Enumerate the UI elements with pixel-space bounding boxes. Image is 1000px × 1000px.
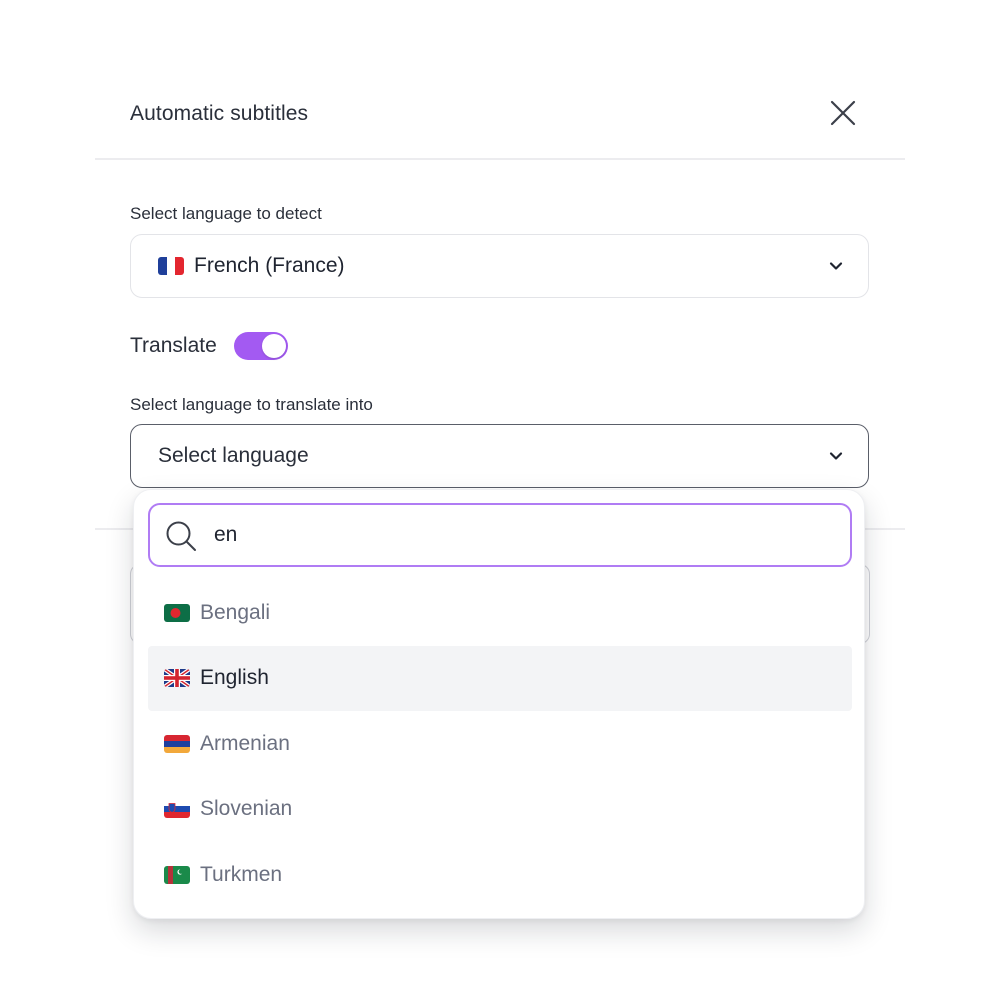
toggle-knob	[262, 334, 286, 358]
close-button[interactable]	[826, 96, 860, 130]
option-english[interactable]: English	[148, 645, 852, 711]
flag-uk-icon	[164, 669, 190, 688]
translate-into-label: Select language to translate into	[130, 395, 373, 414]
flag-slovenia-icon	[164, 800, 190, 819]
translate-into-select[interactable]: Select language	[130, 424, 869, 488]
translate-toggle[interactable]	[234, 332, 288, 360]
detect-language-value: French (France)	[194, 254, 345, 277]
detect-language-select[interactable]: French (France)	[130, 234, 869, 298]
modal-title: Automatic subtitles	[130, 102, 309, 125]
header-divider	[95, 158, 905, 160]
language-dropdown: Bengali English	[133, 489, 865, 919]
translate-label: Translate	[130, 334, 217, 357]
option-slovenian[interactable]: Slovenian	[148, 777, 852, 843]
flag-turkmenistan-icon	[164, 865, 190, 884]
translate-into-placeholder: Select language	[158, 444, 309, 467]
language-options: Bengali English Armenian Slovenian Turkm…	[148, 580, 852, 908]
close-icon	[830, 100, 856, 126]
chevron-down-icon	[826, 446, 846, 466]
flag-bangladesh-icon	[164, 603, 190, 622]
detect-language-label: Select language to detect	[130, 204, 322, 223]
subtitles-modal: Automatic subtitles Select language to d…	[0, 0, 1000, 1000]
option-label: Turkmen	[200, 862, 283, 886]
flag-armenia-icon	[164, 734, 190, 753]
option-label: Armenian	[200, 731, 290, 755]
option-armenian[interactable]: Armenian	[148, 711, 852, 777]
option-turkmen[interactable]: Turkmen	[148, 842, 852, 908]
flag-france-icon	[158, 257, 184, 275]
language-search-box[interactable]	[148, 503, 852, 567]
option-bengali[interactable]: Bengali	[148, 580, 852, 646]
option-label: Bengali	[200, 600, 271, 624]
option-label: Slovenian	[200, 797, 293, 821]
chevron-down-icon	[826, 256, 846, 276]
option-label: English	[200, 666, 269, 690]
search-icon	[164, 519, 198, 553]
language-search-input[interactable]	[214, 505, 834, 565]
